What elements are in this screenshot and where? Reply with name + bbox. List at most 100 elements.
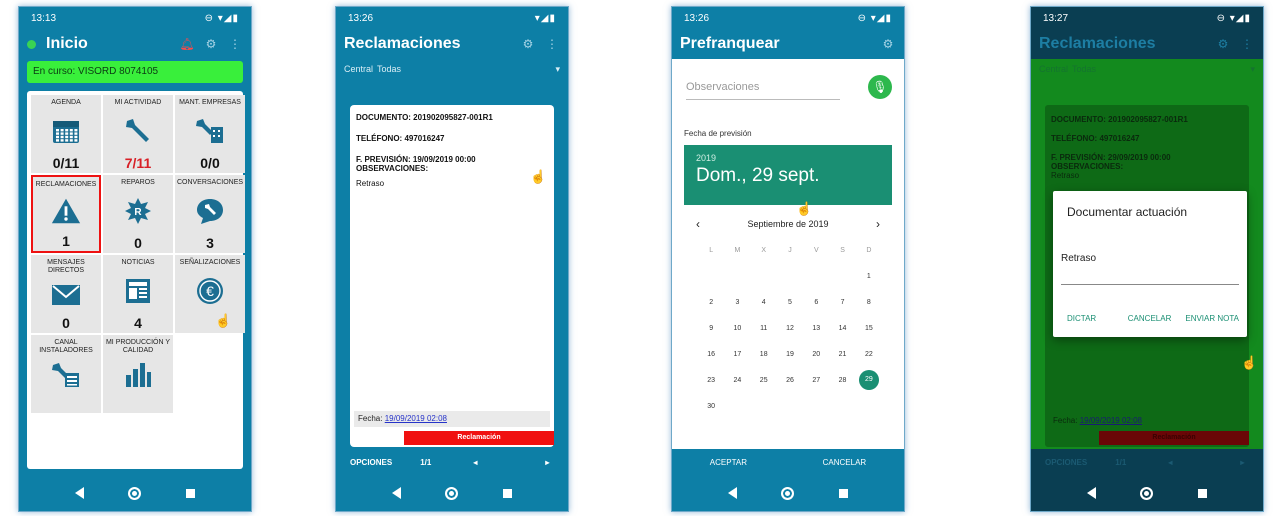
reclamacion-card[interactable]: DOCUMENTO: 201902095827-001R1 TELÉFONO: … <box>350 105 554 447</box>
calendar-day[interactable]: 4 <box>751 299 777 306</box>
calendar-day[interactable]: 27 <box>803 377 829 384</box>
tile-label: NOTICIAS <box>121 259 155 266</box>
fecha-prevision-label: Fecha de previsión <box>684 129 752 138</box>
calendar-day[interactable]: 17 <box>724 351 750 358</box>
microphone-icon[interactable]: 🎙︎ <box>868 75 892 99</box>
calendar-day[interactable]: 19 <box>777 351 803 358</box>
gear-icon[interactable]: ⚙ <box>203 37 219 51</box>
dropdown-arrow-icon: ▾ <box>555 63 560 74</box>
recents-icon[interactable] <box>838 488 848 498</box>
aceptar-button[interactable]: ACEPTAR <box>710 458 747 467</box>
tile-conversaciones[interactable]: CONVERSACIONES 3 <box>175 175 245 253</box>
gear-icon[interactable]: ⚙ <box>520 37 536 51</box>
tile-reclamaciones[interactable]: RECLAMACIONES 1 <box>31 175 101 253</box>
tile-noticias[interactable]: NOTICIAS 4 <box>103 255 173 333</box>
tile-mi-producción-y-calidad[interactable]: MI PRODUCCIÓN Y CALIDAD <box>103 335 173 413</box>
recents-icon[interactable] <box>185 488 195 498</box>
calendar-day[interactable]: 18 <box>751 351 777 358</box>
observaciones-value: Retraso <box>356 179 385 188</box>
calendar-day[interactable]: 6 <box>803 299 829 306</box>
gear-icon[interactable]: ⚙ <box>880 37 896 51</box>
opciones-button[interactable]: OPCIONES <box>350 458 392 467</box>
pager-text: 1/1 <box>1115 457 1127 467</box>
prev-month-icon[interactable]: ‹ <box>696 217 700 231</box>
tile-mensajes-directos[interactable]: MENSAJES DIRECTOS 0 <box>31 255 101 333</box>
calendar-day[interactable]: 14 <box>829 325 855 332</box>
back-icon[interactable] <box>392 487 402 499</box>
observaciones-input[interactable]: Observaciones <box>686 81 840 100</box>
home-icon[interactable] <box>781 486 795 500</box>
weekday-label: V <box>813 246 819 254</box>
tile-mi-actividad[interactable]: MI ACTIVIDAD 7/11 <box>103 95 173 173</box>
calendar-day[interactable]: 30 <box>698 403 724 410</box>
cancelar-button[interactable]: CANCELAR <box>823 458 867 467</box>
calendar-day[interactable]: 2 <box>698 299 724 306</box>
next-page-icon[interactable]: ▸ <box>545 458 549 467</box>
filter-dropdown[interactable]: Central Todas ▾ <box>336 59 568 79</box>
filter-label: Central <box>344 64 374 74</box>
fecha-link[interactable]: 19/09/2019 02:08 <box>385 414 447 423</box>
home-icon[interactable] <box>445 486 459 500</box>
back-icon[interactable] <box>1087 487 1097 499</box>
calendar-day[interactable]: 28 <box>829 377 855 384</box>
calendar-day[interactable]: 7 <box>829 299 855 306</box>
calendar-day[interactable]: 1 <box>856 273 882 280</box>
prev-page-icon[interactable]: ◂ <box>473 458 477 467</box>
calendar-day[interactable]: 16 <box>698 351 724 358</box>
calendar-day[interactable]: 8 <box>856 299 882 306</box>
overflow-menu-icon[interactable]: ⋮ <box>544 37 560 51</box>
calendar-day[interactable]: 11 <box>751 325 777 332</box>
cancelar-button[interactable]: CANCELAR <box>1128 314 1172 323</box>
calendar-day[interactable]: 23 <box>698 377 724 384</box>
overflow-menu-icon: ⋮ <box>1241 37 1253 51</box>
calendar-day[interactable]: 12 <box>777 325 803 332</box>
calendar-day-selected[interactable]: 29 <box>858 370 879 390</box>
calendar-day[interactable]: 10 <box>724 325 750 332</box>
calendar-day[interactable]: 9 <box>698 325 724 332</box>
overflow-menu-icon[interactable]: ⋮ <box>227 37 243 51</box>
back-icon[interactable] <box>75 487 85 499</box>
dictar-button[interactable]: DICTAR <box>1067 314 1096 323</box>
recents-icon[interactable] <box>502 488 512 498</box>
tile-mant-empresas[interactable]: MANT. EMPRESAS 0/0 <box>175 95 245 173</box>
home-icon[interactable] <box>1140 486 1154 500</box>
wrench-icon <box>122 117 154 145</box>
calendar-day[interactable]: 22 <box>856 351 882 358</box>
warning-icon <box>50 197 82 225</box>
home-icon[interactable] <box>128 486 142 500</box>
calendar-day[interactable]: 20 <box>803 351 829 358</box>
tile-agenda[interactable]: AGENDA 0/11 <box>31 95 101 173</box>
calendar-day[interactable]: 3 <box>724 299 750 306</box>
calendar-day[interactable]: 13 <box>803 325 829 332</box>
calendar-day[interactable]: 15 <box>856 325 882 332</box>
fecha-row: Fecha: 19/09/2019 02:08 <box>354 411 550 427</box>
calendar-day[interactable]: 24 <box>724 377 750 384</box>
prev-page-icon: ◂ <box>1168 457 1173 467</box>
status-bar: 13:13 ⊖ ▾◢▮ <box>19 7 251 29</box>
tile-reparos[interactable]: REPAROS R 0 <box>103 175 173 253</box>
phone-documentar-actuacion: 13:27 ⊖ ▾◢▮ Reclamaciones ⚙ ⋮ Central To… <box>1030 6 1264 512</box>
recents-icon[interactable] <box>1197 488 1207 498</box>
documento-text: DOCUMENTO: 201902095827-001R1 <box>1051 115 1188 124</box>
tile-señalizaciones[interactable]: SEÑALIZACIONES € <box>175 255 245 333</box>
weekday-label: M <box>734 246 741 254</box>
in-progress-banner[interactable]: En curso: VISORD 8074105 <box>27 61 243 83</box>
next-month-icon[interactable]: › <box>876 217 880 231</box>
app-bar: Inicio 🔔︎ ⚙ ⋮ <box>19 29 251 59</box>
dialog-note-input[interactable]: Retraso <box>1061 253 1239 285</box>
page-title: Inicio <box>46 35 88 52</box>
calendar-day[interactable]: 25 <box>751 377 777 384</box>
enviar-nota-button[interactable]: ENVIAR NOTA <box>1185 314 1239 323</box>
tile-label: MI ACTIVIDAD <box>114 99 162 106</box>
back-icon[interactable] <box>728 487 738 499</box>
calendar-day[interactable]: 5 <box>777 299 803 306</box>
calendar-icon <box>50 117 82 145</box>
pager-text: 1/1 <box>420 457 432 467</box>
calendar-day[interactable]: 21 <box>829 351 855 358</box>
reclamacion-status-bar: Reclamación <box>1099 431 1249 445</box>
status-time: 13:27 <box>1043 12 1069 24</box>
tile-canal-instaladores[interactable]: CANAL INSTALADORES <box>31 335 101 413</box>
date-picker-year[interactable]: 2019 <box>696 153 880 163</box>
calendar-day[interactable]: 26 <box>777 377 803 384</box>
alarm-bell-icon[interactable]: 🔔︎ <box>179 37 195 51</box>
